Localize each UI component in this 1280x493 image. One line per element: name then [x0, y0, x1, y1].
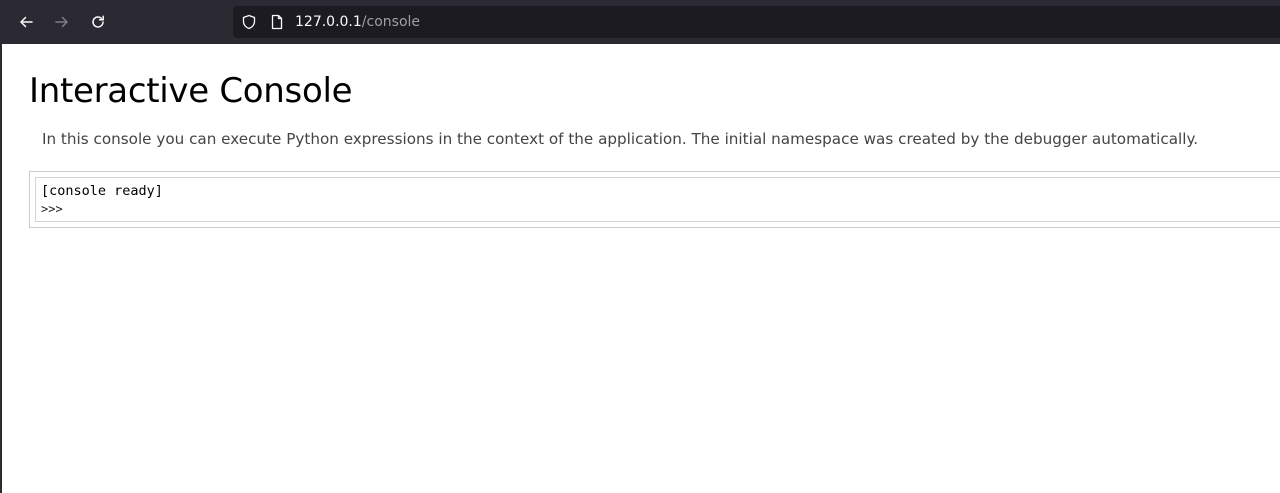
- browser-toolbar: 127.0.0.1/console: [0, 0, 1280, 44]
- forward-button[interactable]: [48, 8, 76, 36]
- console-output: [console ready]: [41, 183, 163, 199]
- address-bar[interactable]: 127.0.0.1/console: [233, 6, 1280, 38]
- forward-arrow-icon: [55, 16, 68, 28]
- reload-button[interactable]: [84, 8, 112, 36]
- console-input[interactable]: [62, 200, 1247, 217]
- url-text[interactable]: 127.0.0.1/console: [295, 6, 420, 38]
- back-button[interactable]: [12, 8, 40, 36]
- url-host: 127.0.0.1: [295, 14, 362, 30]
- console[interactable]: [console ready] >>>: [35, 177, 1280, 222]
- console-prompt: >>>: [41, 201, 63, 216]
- page-title: Interactive Console: [29, 71, 353, 111]
- url-path: /console: [361, 14, 421, 30]
- intro-text: In this console you can execute Python e…: [42, 130, 1199, 148]
- page-icon: [271, 14, 283, 30]
- page-content: Interactive Console In this console you …: [2, 44, 1280, 493]
- reload-icon: [92, 15, 104, 28]
- console-frame: [console ready] >>>: [29, 171, 1280, 228]
- console-prompt-row: >>>: [41, 200, 1280, 217]
- shield-icon[interactable]: [241, 14, 257, 30]
- back-arrow-icon: [20, 16, 33, 28]
